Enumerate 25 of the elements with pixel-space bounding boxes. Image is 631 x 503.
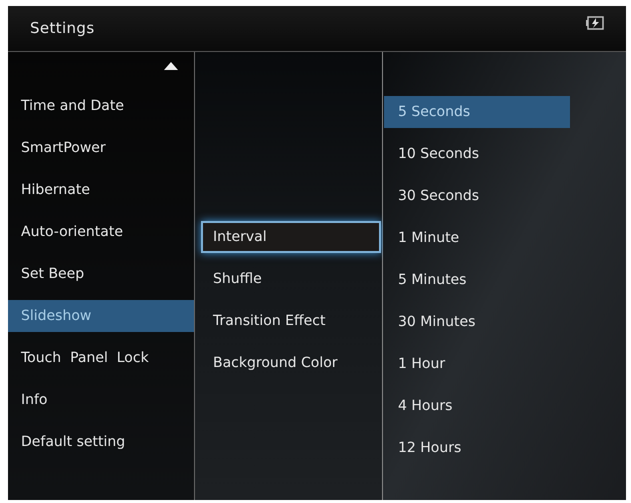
submenu-item[interactable]: Background Color [201, 347, 381, 379]
menu-item[interactable]: Touch Panel Lock [8, 342, 194, 374]
submenu-item[interactable]: Interval [201, 221, 381, 253]
submenu-item[interactable]: Shuffle [201, 263, 381, 295]
option-item[interactable]: 10 Seconds [384, 138, 570, 170]
option-item[interactable]: 30 Minutes [384, 306, 570, 338]
battery-icon [586, 16, 604, 30]
option-item[interactable]: 1 Hour [384, 348, 570, 380]
menu-item[interactable]: Time and Date [8, 90, 194, 122]
option-item[interactable]: 5 Minutes [384, 264, 570, 296]
menu-item[interactable]: Info [8, 384, 194, 416]
menu-item[interactable]: Hibernate [8, 174, 194, 206]
menu-item[interactable]: Set Beep [8, 258, 194, 290]
option-item[interactable]: 30 Seconds [384, 180, 570, 212]
menu-item[interactable]: Default setting [8, 426, 194, 458]
submenu-item[interactable]: Transition Effect [201, 305, 381, 337]
option-item[interactable]: 5 Seconds [384, 96, 570, 128]
scroll-up-icon[interactable] [164, 62, 178, 70]
menu-item[interactable]: Slideshow [8, 300, 194, 332]
menu-item[interactable]: Auto-orientate [8, 216, 194, 248]
option-item[interactable]: 1 Minute [384, 222, 570, 254]
option-item[interactable]: 12 Hours [384, 432, 570, 464]
option-item[interactable]: 4 Hours [384, 390, 570, 422]
window-title: Settings [30, 18, 95, 40]
menu-item[interactable]: SmartPower [8, 132, 194, 164]
